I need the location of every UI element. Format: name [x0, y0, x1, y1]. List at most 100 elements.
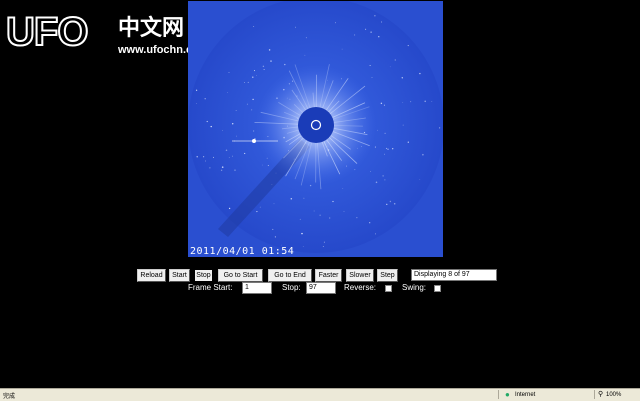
star [270, 60, 271, 61]
occulter-disk [298, 107, 334, 143]
star [394, 203, 396, 205]
star [203, 156, 204, 157]
zoom-icon[interactable]: ⚲ [598, 390, 603, 398]
star [196, 103, 197, 104]
star [295, 27, 296, 28]
star [375, 147, 376, 148]
star [419, 179, 420, 180]
reload-button[interactable]: Reload [137, 269, 166, 282]
star [252, 99, 253, 100]
star [390, 66, 391, 67]
zoom-level[interactable]: 100% [606, 392, 621, 398]
star [272, 229, 273, 230]
status-text: 完成 [3, 391, 15, 400]
star [263, 66, 264, 67]
frame-start-input[interactable]: 1 [242, 282, 272, 294]
star [268, 165, 269, 166]
frame-settings: Frame Start: 1 Stop: 97 Reverse: Swing: [0, 282, 640, 294]
star [344, 211, 345, 212]
star [370, 171, 371, 172]
star [356, 217, 357, 218]
star [378, 36, 379, 37]
status-divider [498, 390, 499, 399]
browser-status-bar: 完成 ● Internet ⚲ 100% [0, 388, 640, 401]
star [374, 15, 375, 16]
star [228, 72, 229, 73]
globe-icon: ● [505, 390, 510, 400]
stop-button[interactable]: Stop [194, 269, 213, 282]
go-to-end-button[interactable]: Go to End [268, 269, 312, 282]
star [419, 73, 420, 74]
star [229, 208, 230, 209]
frame-start-label: Frame Start: [188, 283, 232, 293]
star [369, 222, 370, 223]
bright-object [252, 139, 256, 143]
star [274, 203, 275, 204]
star [236, 110, 237, 111]
stop-frame-label: Stop: [282, 283, 301, 293]
star [253, 131, 254, 132]
reverse-checkbox[interactable] [385, 285, 392, 292]
status-divider [594, 390, 595, 399]
star [303, 246, 304, 247]
network-zone-text: Internet [515, 392, 535, 398]
star [395, 60, 396, 61]
star [439, 127, 440, 128]
star [226, 150, 228, 152]
star [422, 154, 424, 156]
star [204, 98, 205, 99]
star [381, 103, 382, 104]
star [342, 188, 343, 189]
step-button[interactable]: Step [377, 269, 398, 282]
star [234, 169, 235, 170]
stop-frame-input[interactable]: 97 [306, 282, 336, 294]
star [314, 211, 315, 212]
star [196, 156, 197, 157]
star [232, 123, 233, 124]
star [392, 148, 393, 149]
swing-label: Swing: [402, 283, 426, 293]
star [376, 182, 378, 184]
star [254, 70, 255, 71]
star [381, 22, 382, 23]
star [222, 166, 224, 168]
star [205, 160, 206, 161]
star [264, 69, 265, 70]
star [227, 92, 228, 93]
star [410, 101, 411, 102]
coronagraph-svg [188, 1, 443, 257]
frame-status-field: Displaying 8 of 97 [411, 269, 497, 281]
go-to-start-button[interactable]: Go to Start [218, 269, 263, 282]
star [387, 149, 388, 150]
star [253, 26, 254, 27]
swing-checkbox[interactable] [434, 285, 441, 292]
star [377, 130, 378, 131]
star [306, 37, 307, 38]
star [386, 204, 387, 205]
star [324, 242, 325, 243]
start-button[interactable]: Start [169, 269, 190, 282]
star [375, 233, 376, 234]
star [251, 109, 252, 110]
star [323, 246, 324, 247]
coronagraph-image: 2011/04/01 01:54 [188, 1, 443, 257]
star [370, 65, 371, 66]
star [384, 133, 385, 134]
star [256, 75, 257, 76]
star [207, 121, 208, 122]
star [384, 179, 385, 180]
star [329, 217, 330, 218]
slower-button[interactable]: Slower [346, 269, 374, 282]
star [384, 154, 385, 155]
star [229, 157, 230, 158]
playback-controls: Reload Start Stop Go to Start Go to End … [0, 269, 640, 281]
star [408, 45, 409, 46]
star [403, 125, 404, 126]
star [213, 157, 214, 158]
star [262, 165, 263, 166]
star [275, 236, 276, 237]
logo-ufo-text: UFO [6, 8, 87, 56]
site-logo: UFO 中文网 www.ufochn.com [6, 8, 206, 58]
faster-button[interactable]: Faster [315, 269, 342, 282]
star [301, 233, 302, 234]
